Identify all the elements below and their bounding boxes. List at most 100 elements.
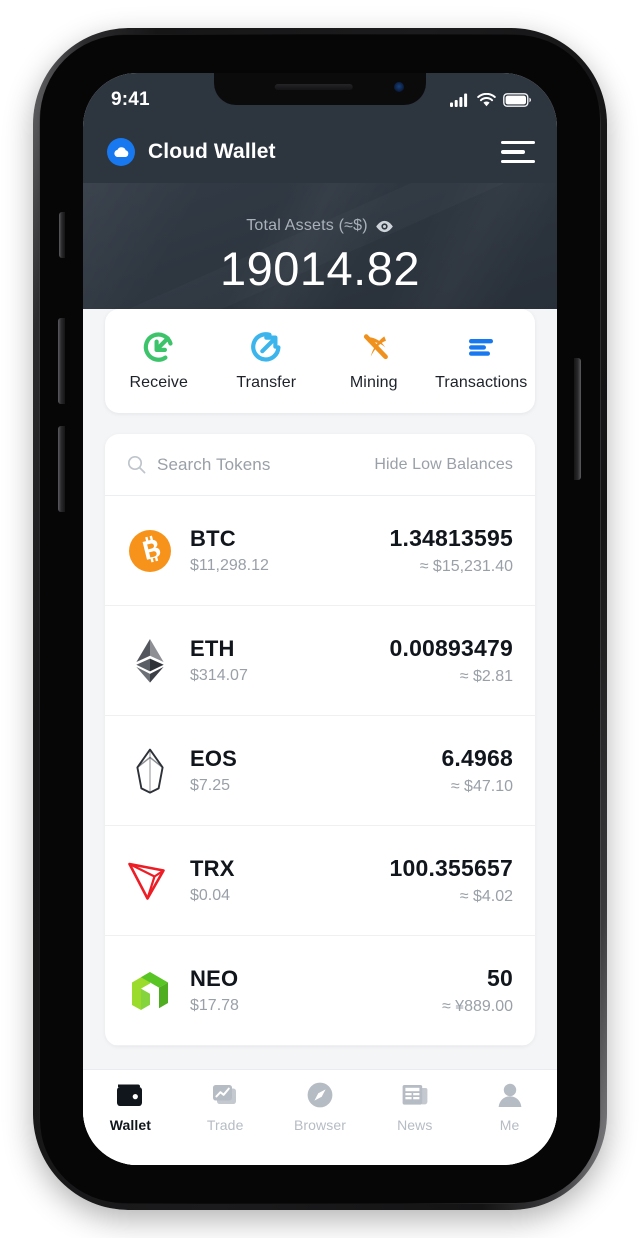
power-button[interactable] (574, 358, 581, 480)
action-transactions-label: Transactions (435, 374, 528, 391)
total-assets-label-text: Total Assets (≈$) (246, 217, 368, 234)
neo-icon (127, 968, 173, 1014)
token-price: $11,298.12 (190, 557, 269, 574)
table-row[interactable]: BTC $11,298.12 1.34813595 ≈ $15,231.40 (105, 496, 535, 606)
cloud-glyph-icon (113, 147, 128, 157)
token-amount: 50 (487, 965, 513, 991)
earpiece-speaker (274, 84, 353, 90)
tab-news-label: News (397, 1117, 433, 1133)
tab-trade-label: Trade (206, 1117, 244, 1133)
phone-screen: 9:41 Cloud Wallet Total Assets (≈$) 1901… (83, 73, 557, 1165)
action-mining-label: Mining (349, 374, 398, 391)
token-symbol: NEO (190, 966, 239, 991)
compass-icon (306, 1080, 334, 1110)
token-symbol: TRX (190, 856, 235, 881)
search-placeholder: Search Tokens (157, 454, 271, 474)
wallet-icon (115, 1080, 145, 1110)
pickaxe-icon (357, 330, 391, 364)
app-header: Cloud Wallet (83, 121, 557, 183)
token-fiat-value: ≈ $47.10 (450, 778, 513, 795)
token-fiat-value: ≈ ¥889.00 (441, 998, 513, 1015)
volume-up-button[interactable] (58, 318, 65, 404)
quick-actions-card: Receive Transfer Mining Transactions (105, 309, 535, 413)
screenshot-stage: 9:41 Cloud Wallet Total Assets (≈$) 1901… (0, 0, 640, 1238)
app-title: Cloud Wallet (148, 140, 276, 163)
token-price: $17.78 (190, 997, 239, 1014)
volume-down-button[interactable] (58, 426, 65, 512)
token-price: $7.25 (190, 777, 231, 794)
hide-low-balances-toggle[interactable]: Hide Low Balances (374, 456, 513, 474)
silence-switch[interactable] (59, 212, 65, 258)
bitcoin-icon (127, 528, 173, 574)
token-values: 50 ≈ ¥889.00 (442, 965, 513, 1016)
status-time: 9:41 (111, 89, 150, 110)
token-values: 1.34813595 ≈ $15,231.40 (389, 525, 513, 576)
receive-arrow-icon (142, 330, 176, 364)
tab-browser-label: Browser (293, 1117, 347, 1133)
tab-wallet-label: Wallet (109, 1117, 152, 1133)
wifi-icon (477, 93, 496, 107)
token-price: $314.07 (190, 667, 248, 684)
battery-full-icon (503, 93, 531, 107)
token-meta: BTC $11,298.12 (190, 526, 389, 575)
token-values: 0.00893479 ≈ $2.81 (389, 635, 513, 686)
token-meta: ETH $314.07 (190, 636, 389, 685)
action-transactions[interactable]: Transactions (428, 330, 536, 392)
token-symbol: EOS (190, 746, 238, 771)
tab-browser[interactable]: Browser (273, 1080, 368, 1133)
table-row[interactable]: ETH $314.07 0.00893479 ≈ $2.81 (105, 606, 535, 716)
table-row[interactable]: EOS $7.25 6.4968 ≈ $47.10 (105, 716, 535, 826)
token-meta: EOS $7.25 (190, 746, 441, 795)
token-meta: TRX $0.04 (190, 856, 389, 905)
transactions-list-icon (464, 330, 498, 364)
total-assets-amount: 19014.82 (219, 242, 421, 295)
bottom-tab-bar: Wallet Trade Browser News Me (83, 1069, 557, 1165)
action-transfer[interactable]: Transfer (213, 330, 321, 392)
cellular-signal-icon (450, 93, 468, 107)
token-symbol: BTC (190, 526, 236, 551)
eye-visible-icon[interactable] (375, 220, 394, 233)
action-mining[interactable]: Mining (320, 330, 428, 392)
token-amount: 1.34813595 (389, 525, 513, 551)
token-fiat-value: ≈ $15,231.40 (419, 558, 513, 575)
hamburger-menu-icon[interactable] (501, 139, 535, 165)
action-transfer-label: Transfer (236, 374, 297, 391)
tron-icon (127, 858, 173, 904)
trade-chart-icon (210, 1080, 240, 1110)
token-symbol: ETH (190, 636, 235, 661)
tab-news[interactable]: News (367, 1080, 462, 1133)
content-sheet: Receive Transfer Mining Transactions Sea… (83, 309, 557, 1165)
table-row[interactable]: NEO $17.78 50 ≈ ¥889.00 (105, 936, 535, 1046)
phone-frame: 9:41 Cloud Wallet Total Assets (≈$) 1901… (33, 28, 607, 1210)
transfer-arrow-icon (249, 330, 283, 364)
cloud-logo-icon (107, 138, 135, 166)
total-assets-label: Total Assets (≈$) (246, 217, 394, 235)
action-receive[interactable]: Receive (105, 330, 213, 392)
token-meta: NEO $17.78 (190, 966, 442, 1015)
token-amount: 6.4968 (441, 745, 513, 771)
newspaper-icon (400, 1080, 430, 1110)
tab-wallet[interactable]: Wallet (83, 1080, 178, 1133)
eos-icon (127, 748, 173, 794)
token-fiat-value: ≈ $4.02 (459, 888, 513, 905)
token-price: $0.04 (190, 887, 231, 904)
search-icon (127, 455, 146, 474)
tab-me[interactable]: Me (462, 1080, 557, 1133)
search-row: Search Tokens Hide Low Balances (105, 434, 535, 496)
token-values: 6.4968 ≈ $47.10 (441, 745, 513, 796)
table-row[interactable]: TRX $0.04 100.355657 ≈ $4.02 (105, 826, 535, 936)
search-input[interactable]: Search Tokens (127, 455, 374, 475)
tab-trade[interactable]: Trade (178, 1080, 273, 1133)
brand: Cloud Wallet (107, 138, 276, 166)
token-list-card: Search Tokens Hide Low Balances BTC $11,… (105, 434, 535, 1046)
token-amount: 100.355657 (389, 855, 513, 881)
tab-me-label: Me (499, 1117, 520, 1133)
token-fiat-value: ≈ $2.81 (459, 668, 513, 685)
action-receive-label: Receive (129, 374, 188, 391)
ethereum-icon (127, 638, 173, 684)
device-notch (214, 73, 426, 105)
token-values: 100.355657 ≈ $4.02 (389, 855, 513, 906)
status-icons (450, 93, 531, 107)
person-icon (496, 1080, 524, 1110)
front-camera (394, 82, 404, 92)
